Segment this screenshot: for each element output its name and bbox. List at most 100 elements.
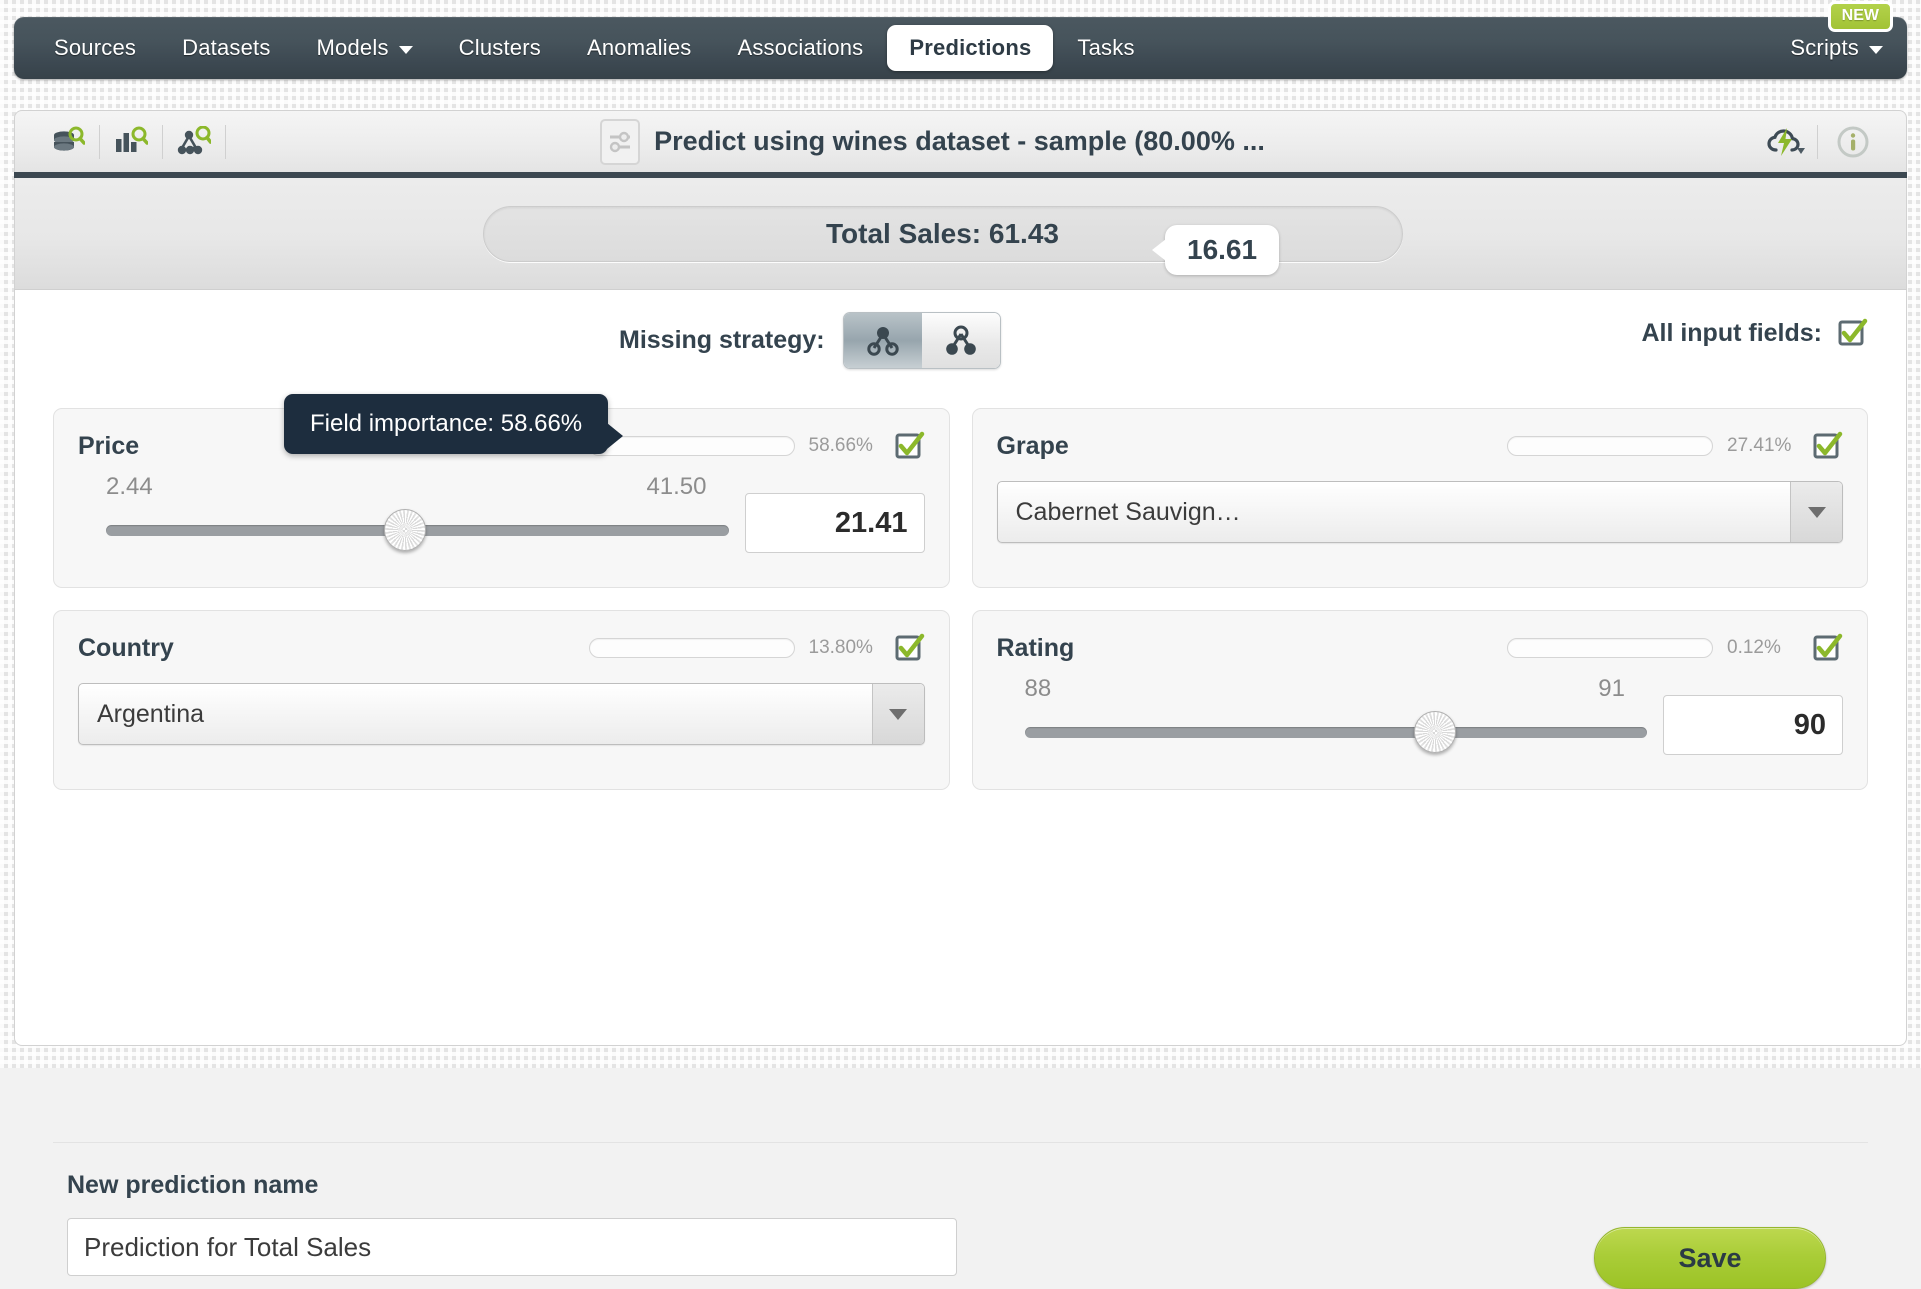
- field-row: Price 58.66% Field: [53, 408, 1868, 588]
- strategy-last-prediction-button[interactable]: [844, 313, 922, 368]
- info-icon[interactable]: [1822, 120, 1884, 164]
- main-navbar: Sources Datasets Models Clusters Anomali…: [14, 17, 1907, 79]
- nav-item-scripts[interactable]: Scripts: [1768, 27, 1883, 69]
- nav-label: Models: [317, 35, 389, 61]
- select-dropdown-arrow[interactable]: [872, 684, 924, 744]
- importance-percent: 27.41%: [1727, 435, 1801, 457]
- nav-label: Clusters: [459, 35, 541, 61]
- nav-label: Anomalies: [587, 35, 692, 61]
- nav-item-anomalies[interactable]: Anomalies: [565, 27, 714, 69]
- nav-item-associations[interactable]: Associations: [715, 27, 885, 69]
- nav-item-models[interactable]: Models: [295, 27, 435, 69]
- nav-item-predictions[interactable]: Predictions: [887, 25, 1053, 71]
- nav-label: Sources: [54, 35, 136, 61]
- select-dropdown-arrow[interactable]: [1790, 482, 1842, 542]
- importance-bar-track: [1507, 436, 1713, 456]
- field-value-input[interactable]: 21.41: [745, 493, 925, 553]
- toolbar-divider: [1817, 125, 1818, 159]
- nav-label: Tasks: [1077, 35, 1134, 61]
- slider-min-label: 2.44: [106, 473, 153, 501]
- nav-label: Predictions: [909, 35, 1031, 61]
- field-header: Rating 0.12%: [997, 631, 1844, 665]
- field-importance: 0.12%: [1507, 637, 1801, 659]
- importance-bar-track: [589, 638, 795, 658]
- field-importance-tooltip: Field importance: 58.66%: [284, 394, 608, 454]
- slider-handle[interactable]: [1414, 711, 1456, 753]
- importance-percent: 13.80%: [809, 637, 883, 659]
- cloud-lightning-icon[interactable]: [1759, 120, 1813, 164]
- save-section: New prediction name Save: [53, 1142, 1868, 1171]
- page-title: Predict using wines dataset - sample (80…: [654, 126, 1265, 157]
- missing-strategy-group: Missing strategy:: [619, 312, 1001, 369]
- nav-item-tasks[interactable]: Tasks: [1055, 27, 1156, 69]
- slider-max-label: 41.50: [646, 473, 706, 501]
- slider-min-label: 88: [1025, 675, 1052, 703]
- field-name: Price: [78, 432, 139, 461]
- importance-percent: 0.12%: [1727, 637, 1801, 659]
- dataset-search-icon[interactable]: [37, 120, 99, 164]
- nav-item-sources[interactable]: Sources: [32, 27, 158, 69]
- field-importance: 58.66%: [589, 435, 883, 457]
- objective-value: Total Sales: 61.43: [826, 218, 1059, 250]
- save-button[interactable]: Save: [1594, 1227, 1826, 1289]
- strategy-proportional-button[interactable]: [922, 313, 1000, 368]
- prediction-summary-bar: Total Sales: 61.43: [14, 178, 1907, 290]
- importance-bar-track: [1507, 638, 1713, 658]
- prediction-name-label: New prediction name: [67, 1171, 1868, 1200]
- new-badge: NEW: [1828, 1, 1893, 32]
- options-row: Missing strategy:: [15, 312, 1906, 374]
- field-card-price: Price 58.66% Field: [53, 408, 950, 588]
- sliders-icon: [600, 119, 640, 165]
- slider-handle[interactable]: [384, 509, 426, 551]
- all-input-fields-label: All input fields:: [1641, 319, 1822, 348]
- field-header: Grape 27.41%: [997, 429, 1844, 463]
- slider-max-label: 91: [1598, 675, 1625, 703]
- field-select-grape[interactable]: Cabernet Sauvign…: [997, 481, 1844, 543]
- select-value: Argentina: [79, 700, 204, 729]
- field-importance: 27.41%: [1507, 435, 1801, 457]
- nav-item-datasets[interactable]: Datasets: [160, 27, 292, 69]
- chevron-down-icon: [1808, 507, 1826, 518]
- nav-label: Scripts: [1790, 35, 1859, 61]
- field-enabled-checkbox[interactable]: [1813, 431, 1843, 461]
- nav-label: Associations: [737, 35, 863, 61]
- field-name: Grape: [997, 432, 1069, 461]
- field-header: Country 13.80%: [78, 631, 925, 665]
- chevron-down-icon: [1869, 46, 1883, 54]
- field-slider-area: 2.44 41.50 21.41: [78, 469, 925, 561]
- field-select-country[interactable]: Argentina: [78, 683, 925, 745]
- confidence-callout: 16.61: [1165, 225, 1279, 275]
- nav-label: Datasets: [182, 35, 270, 61]
- chevron-down-icon: [889, 709, 907, 720]
- field-enabled-checkbox[interactable]: [895, 431, 925, 461]
- chevron-down-icon: [399, 46, 413, 54]
- missing-strategy-toggle[interactable]: [843, 312, 1001, 369]
- field-enabled-checkbox[interactable]: [1813, 633, 1843, 663]
- prediction-form-panel: Missing strategy:: [14, 290, 1907, 1046]
- toolbar-title-group: Predict using wines dataset - sample (80…: [106, 119, 1759, 165]
- prediction-name-input[interactable]: [67, 1218, 957, 1276]
- navbar-items: Sources Datasets Models Clusters Anomali…: [14, 25, 1157, 71]
- field-value: 21.41: [835, 507, 908, 540]
- navbar-right: Scripts NEW: [1768, 27, 1907, 69]
- field-row: Country 13.80% Arge: [53, 610, 1868, 790]
- all-input-fields-checkbox[interactable]: [1838, 318, 1868, 348]
- field-card-country: Country 13.80% Arge: [53, 610, 950, 790]
- field-name: Rating: [997, 634, 1075, 663]
- field-enabled-checkbox[interactable]: [895, 633, 925, 663]
- field-value: 90: [1794, 709, 1826, 742]
- field-value-input[interactable]: 90: [1663, 695, 1843, 755]
- confidence-value: 16.61: [1187, 234, 1257, 265]
- tooltip-text: Field importance: 58.66%: [310, 410, 582, 437]
- slider-track[interactable]: [1025, 727, 1648, 738]
- resource-toolbar: Predict using wines dataset - sample (80…: [14, 110, 1907, 172]
- field-slider-area: 88 91 90: [997, 671, 1844, 763]
- slider-track[interactable]: [106, 525, 729, 536]
- all-input-fields-group: All input fields:: [1641, 318, 1868, 348]
- nav-item-clusters[interactable]: Clusters: [437, 27, 563, 69]
- field-cards: Price 58.66% Field: [53, 408, 1868, 812]
- field-importance: 13.80%: [589, 637, 883, 659]
- toolbar-right-icons: [1759, 120, 1906, 164]
- missing-strategy-label: Missing strategy:: [619, 326, 825, 355]
- importance-percent: 58.66%: [809, 435, 883, 457]
